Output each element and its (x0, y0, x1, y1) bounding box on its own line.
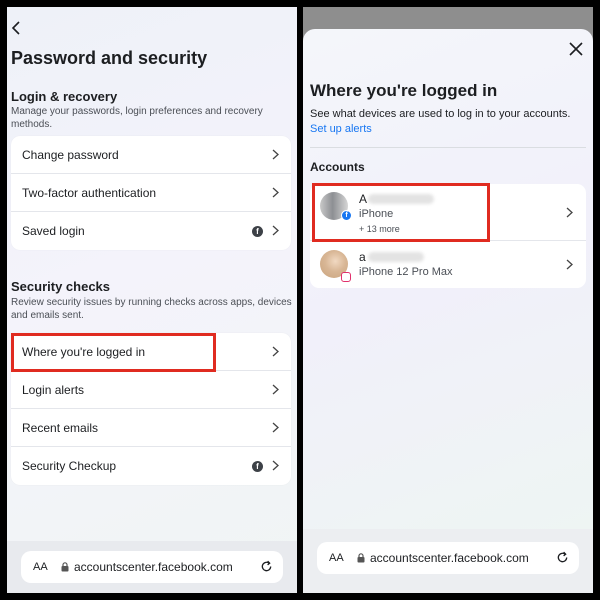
chevron-right-icon (272, 187, 279, 198)
url-text: accountscenter.facebook.com (370, 551, 529, 565)
accounts-heading: Accounts (310, 160, 365, 174)
two-factor-row[interactable]: Two-factor authentication (11, 174, 291, 212)
lock-icon (357, 553, 365, 563)
saved-login-row[interactable]: Saved login f (11, 212, 291, 250)
chevron-right-icon (272, 346, 279, 357)
address-bar[interactable]: AA accountscenter.facebook.com (21, 551, 283, 583)
close-icon[interactable] (569, 42, 583, 56)
chevron-right-icon (272, 422, 279, 433)
lock-icon (61, 562, 69, 572)
password-security-screen: Password and security Login & recovery M… (7, 7, 297, 593)
address-bar[interactable]: AA accountscenter.facebook.com (317, 542, 579, 574)
account-name: a (359, 250, 366, 264)
login-recovery-card: Change password Two-factor authenticatio… (11, 136, 291, 250)
chevron-right-icon (566, 259, 573, 270)
highlight-box (11, 333, 216, 372)
sheet-description: See what devices are used to log in to y… (310, 108, 571, 120)
back-icon[interactable] (11, 21, 25, 37)
row-label: Change password (22, 147, 119, 162)
account-device: iPhone 12 Pro Max (359, 266, 453, 278)
bottom-sheet: Where you're logged in See what devices … (303, 29, 593, 529)
url-text: accountscenter.facebook.com (74, 560, 233, 574)
page-title: Password and security (11, 48, 208, 68)
chevron-right-icon (566, 207, 573, 218)
text-size-button[interactable]: AA (33, 561, 48, 573)
reload-icon[interactable] (260, 560, 273, 573)
chevron-right-icon (272, 384, 279, 395)
recent-emails-row[interactable]: Recent emails (11, 409, 291, 447)
security-checks-heading: Security checks (11, 279, 111, 294)
change-password-row[interactable]: Change password (11, 136, 291, 174)
login-alerts-row[interactable]: Login alerts (11, 371, 291, 409)
text-size-button[interactable]: AA (329, 552, 344, 564)
browser-toolbar: AA accountscenter.facebook.com (303, 529, 593, 593)
where-logged-in-screen: Where you're logged in See what devices … (303, 7, 593, 593)
chevron-right-icon (272, 225, 279, 236)
browser-toolbar: AA accountscenter.facebook.com (7, 541, 297, 593)
row-label: Saved login (22, 224, 85, 238)
sheet-title: Where you're logged in (310, 81, 498, 100)
highlight-box (312, 183, 490, 242)
row-label: Recent emails (22, 420, 99, 435)
login-recovery-heading: Login & recovery (11, 89, 118, 104)
row-label: Login alerts (22, 382, 85, 397)
facebook-icon: f (252, 226, 263, 237)
reload-icon[interactable] (556, 551, 569, 564)
account-row-instagram[interactable]: a iPhone 12 Pro Max (310, 241, 586, 288)
security-checkup-row[interactable]: Security Checkup f (11, 447, 291, 485)
set-up-alerts-link[interactable]: Set up alerts (310, 123, 372, 135)
chevron-right-icon (272, 149, 279, 160)
divider (310, 147, 586, 148)
facebook-icon: f (252, 461, 263, 472)
redacted-name (368, 252, 424, 262)
instagram-icon (341, 272, 351, 282)
security-checks-description: Review security issues by running checks… (11, 297, 292, 321)
login-recovery-description: Manage your passwords, login preferences… (11, 106, 263, 130)
row-label: Two-factor authentication (22, 185, 157, 200)
row-label: Security Checkup (22, 459, 117, 473)
chevron-right-icon (272, 460, 279, 471)
